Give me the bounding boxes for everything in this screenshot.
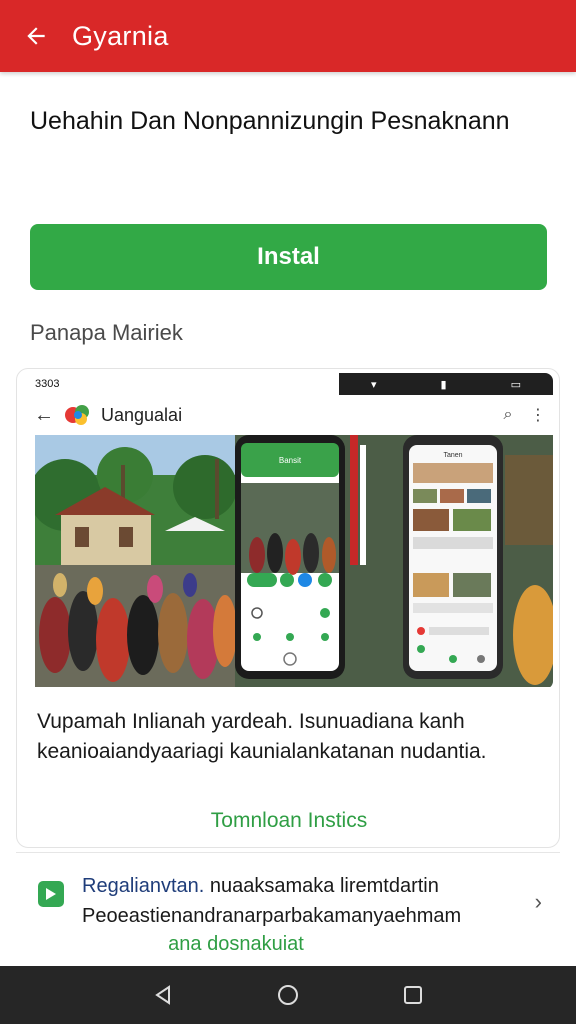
signal-icon: ▮: [440, 378, 447, 391]
status-time: 3303: [35, 378, 60, 390]
more-vert-icon: ⋮: [530, 407, 546, 424]
promo-line-1: Regalianvtan. nuaaksamaka liremtdartin: [82, 875, 439, 898]
promo-highlight: Regalianvtan.: [82, 875, 205, 897]
promo-line-1-rest: nuaaksamaka liremtdartin: [204, 875, 439, 897]
status-icons: ▾ ▮ ▭: [339, 373, 553, 395]
promo-line-3[interactable]: ana dosnakuiat: [16, 933, 456, 956]
preview-card: 3303 ▾ ▮ ▭ ← Uangualai ⌕ ⋮ Bansit Tanen …: [16, 368, 560, 848]
card-description: Vupamah Inlianah yardeah. Isunuadiana ka…: [37, 710, 487, 763]
app-bar-title: Gyarnia: [72, 20, 169, 51]
play-store-icon: [38, 881, 64, 907]
screenshot-status-bar: 3303 ▾ ▮ ▭: [25, 373, 553, 395]
home-circle-icon[interactable]: [268, 975, 308, 1015]
chevron-right-icon[interactable]: ›: [535, 889, 542, 915]
back-triangle-icon[interactable]: [143, 975, 183, 1015]
screenshot-app-name: Uangualai: [101, 404, 183, 425]
app-bar: Gyarnia: [0, 0, 576, 72]
page-title: Uehahin Dan Nonpannizungin Pesnaknann: [30, 107, 510, 135]
arrow-left-icon: [27, 27, 45, 45]
system-nav-bar: [0, 966, 576, 1024]
phone2-header: Tanen: [443, 452, 462, 459]
install-button[interactable]: Instal: [30, 224, 547, 290]
battery-icon: ▭: [510, 378, 521, 391]
promo-photo: Bansit Tanen: [35, 435, 553, 687]
card-link[interactable]: Tomnloan Instics: [17, 809, 559, 833]
back-button[interactable]: [0, 0, 72, 72]
app-screenshot[interactable]: 3303 ▾ ▮ ▭ ← Uangualai ⌕ ⋮ Bansit Tanen: [25, 373, 553, 689]
wifi-icon: ▾: [371, 378, 377, 391]
recents-square-icon[interactable]: [393, 975, 433, 1015]
search-icon: ⌕: [503, 406, 513, 423]
screenshot-back-icon: ←: [34, 403, 54, 426]
screenshot-toolbar: ← Uangualai ⌕ ⋮: [25, 395, 553, 435]
app-logo-icon: [65, 405, 89, 425]
promo-line-2: Peoeastienandranarparbakamanyaehmam: [82, 905, 462, 927]
promo-row[interactable]: Regalianvtan. nuaaksamaka liremtdartin P…: [16, 852, 560, 964]
section-label: Panapa Mairiek: [30, 320, 183, 345]
phone1-header: Bansit: [279, 456, 302, 465]
